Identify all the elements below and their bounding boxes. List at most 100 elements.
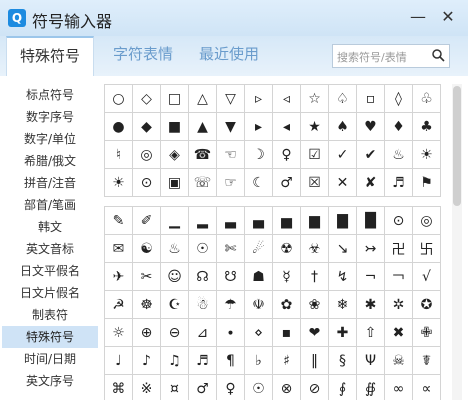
symbol-cell[interactable]: √ bbox=[413, 263, 441, 291]
symbol-cell[interactable]: ↣ bbox=[357, 235, 385, 263]
symbol-cell[interactable]: ☭ bbox=[105, 291, 133, 319]
symbol-cell[interactable]: § bbox=[329, 347, 357, 375]
symbol-cell[interactable]: ☆ bbox=[301, 85, 329, 113]
symbol-cell[interactable]: ▣ bbox=[161, 169, 189, 197]
symbol-cell[interactable]: ♣ bbox=[413, 113, 441, 141]
symbol-cell[interactable]: ◃ bbox=[273, 85, 301, 113]
symbol-cell[interactable]: ♪ bbox=[133, 347, 161, 375]
symbol-cell[interactable]: ✎ bbox=[105, 207, 133, 235]
symbol-cell[interactable]: ⇧ bbox=[357, 319, 385, 347]
symbol-cell[interactable]: ▁ bbox=[161, 207, 189, 235]
symbol-cell[interactable]: ♠ bbox=[329, 113, 357, 141]
symbol-cell[interactable]: ☀ bbox=[413, 141, 441, 169]
symbol-cell[interactable]: ☣ bbox=[301, 235, 329, 263]
symbol-cell[interactable]: ♯ bbox=[273, 347, 301, 375]
symbol-cell[interactable]: ✐ bbox=[133, 207, 161, 235]
symbol-cell[interactable]: ☄ bbox=[245, 235, 273, 263]
symbol-cell[interactable]: ⊕ bbox=[133, 319, 161, 347]
symbol-cell[interactable]: ☑ bbox=[301, 141, 329, 169]
symbol-cell[interactable]: ♧ bbox=[413, 85, 441, 113]
symbol-cell[interactable]: ∙ bbox=[217, 319, 245, 347]
symbol-cell[interactable]: ☞ bbox=[217, 169, 245, 197]
symbol-cell[interactable]: ♥ bbox=[357, 113, 385, 141]
symbol-cell[interactable]: ☊ bbox=[189, 263, 217, 291]
symbol-cell[interactable]: ▇ bbox=[329, 207, 357, 235]
category-katakana[interactable]: 日文片假名 bbox=[2, 282, 98, 304]
symbol-cell[interactable]: ✉ bbox=[105, 235, 133, 263]
symbol-cell[interactable]: 卍 bbox=[385, 235, 413, 263]
symbol-cell[interactable]: ☸ bbox=[133, 291, 161, 319]
symbol-cell[interactable]: ✱ bbox=[357, 291, 385, 319]
symbol-cell[interactable]: ✈ bbox=[105, 263, 133, 291]
symbol-cell[interactable]: █ bbox=[357, 207, 385, 235]
symbol-cell[interactable]: ♫ bbox=[161, 347, 189, 375]
symbol-cell[interactable]: ✄ bbox=[217, 235, 245, 263]
symbol-cell[interactable]: 卐 bbox=[413, 235, 441, 263]
tab-emoticons[interactable]: 字符表情 bbox=[100, 36, 186, 74]
category-korean[interactable]: 韩文 bbox=[2, 216, 98, 238]
symbol-cell[interactable]: ❀ bbox=[301, 291, 329, 319]
symbol-cell[interactable]: ★ bbox=[301, 113, 329, 141]
symbol-cell[interactable]: ∝ bbox=[413, 375, 441, 400]
symbol-cell[interactable]: ⊘ bbox=[301, 375, 329, 400]
symbol-cell[interactable]: ⊗ bbox=[273, 375, 301, 400]
symbol-cell[interactable]: ☼ bbox=[105, 319, 133, 347]
symbol-cell[interactable]: ☫ bbox=[245, 291, 273, 319]
symbol-cell[interactable]: ☯ bbox=[133, 235, 161, 263]
symbol-cell[interactable]: ▆ bbox=[301, 207, 329, 235]
symbol-cell[interactable]: ▽ bbox=[217, 85, 245, 113]
symbol-cell[interactable]: ☉ bbox=[189, 235, 217, 263]
symbol-cell[interactable]: ⋄ bbox=[245, 319, 273, 347]
symbol-cell[interactable]: ◊ bbox=[385, 85, 413, 113]
tab-recent[interactable]: 最近使用 bbox=[186, 36, 272, 74]
symbol-cell[interactable]: ‖ bbox=[301, 347, 329, 375]
symbol-cell[interactable]: ✕ bbox=[329, 169, 357, 197]
symbol-cell[interactable]: ↘ bbox=[329, 235, 357, 263]
symbol-cell[interactable]: □ bbox=[161, 85, 189, 113]
symbol-cell[interactable]: ✚ bbox=[329, 319, 357, 347]
symbol-cell[interactable]: ♬ bbox=[385, 169, 413, 197]
symbol-cell[interactable]: ✂ bbox=[133, 263, 161, 291]
symbol-cell[interactable]: ♤ bbox=[329, 85, 357, 113]
search-input[interactable]: 搜索符号/表情 bbox=[332, 44, 450, 68]
symbol-cell[interactable]: ☉ bbox=[245, 375, 273, 400]
symbol-cell[interactable]: ▂ bbox=[189, 207, 217, 235]
category-greek-russian[interactable]: 希腊/俄文 bbox=[2, 150, 98, 172]
symbol-cell[interactable]: ☪ bbox=[161, 291, 189, 319]
symbol-cell[interactable]: ◎ bbox=[413, 207, 441, 235]
symbol-cell[interactable]: ♬ bbox=[189, 347, 217, 375]
symbol-cell[interactable]: ☋ bbox=[217, 263, 245, 291]
symbol-cell[interactable]: ■ bbox=[161, 113, 189, 141]
symbol-cell[interactable]: ❄ bbox=[329, 291, 357, 319]
category-punctuation[interactable]: 标点符号 bbox=[2, 84, 98, 106]
symbol-cell[interactable]: ▃ bbox=[217, 207, 245, 235]
symbol-cell[interactable]: ☀ bbox=[105, 169, 133, 197]
category-number-sequence[interactable]: 数字序号 bbox=[2, 106, 98, 128]
symbol-cell[interactable]: ♀ bbox=[217, 375, 245, 400]
symbol-cell[interactable]: ◆ bbox=[133, 113, 161, 141]
symbol-cell[interactable]: ❤ bbox=[301, 319, 329, 347]
symbol-cell[interactable]: ⊖ bbox=[161, 319, 189, 347]
symbol-cell[interactable]: ☃ bbox=[189, 291, 217, 319]
symbol-cell[interactable]: ✙ bbox=[413, 319, 441, 347]
symbol-cell[interactable]: ◈ bbox=[161, 141, 189, 169]
category-number-unit[interactable]: 数字/单位 bbox=[2, 128, 98, 150]
symbol-cell[interactable]: † bbox=[301, 263, 329, 291]
minimize-button[interactable]: — bbox=[408, 7, 428, 26]
category-special-symbols[interactable]: 特殊符号 bbox=[2, 326, 98, 348]
symbol-cell[interactable]: ⊙ bbox=[133, 169, 161, 197]
category-english-phonetic[interactable]: 英文音标 bbox=[2, 238, 98, 260]
symbol-cell[interactable]: ▪ bbox=[273, 319, 301, 347]
category-pinyin-zhuyin[interactable]: 拼音/注音 bbox=[2, 172, 98, 194]
symbol-cell[interactable]: ∯ bbox=[357, 375, 385, 400]
symbol-cell[interactable]: ⌘ bbox=[105, 375, 133, 400]
symbol-cell[interactable]: ☤ bbox=[413, 347, 441, 375]
symbol-cell[interactable]: ∞ bbox=[385, 375, 413, 400]
symbol-cell[interactable]: ✲ bbox=[385, 291, 413, 319]
category-english-ordinal[interactable]: 英文序号 bbox=[2, 370, 98, 392]
scrollbar-thumb[interactable] bbox=[453, 86, 461, 206]
symbol-cell[interactable]: ⊿ bbox=[189, 319, 217, 347]
category-box-drawing[interactable]: 制表符 bbox=[2, 304, 98, 326]
symbol-cell[interactable]: ● bbox=[105, 113, 133, 141]
symbol-cell[interactable]: ☒ bbox=[301, 169, 329, 197]
